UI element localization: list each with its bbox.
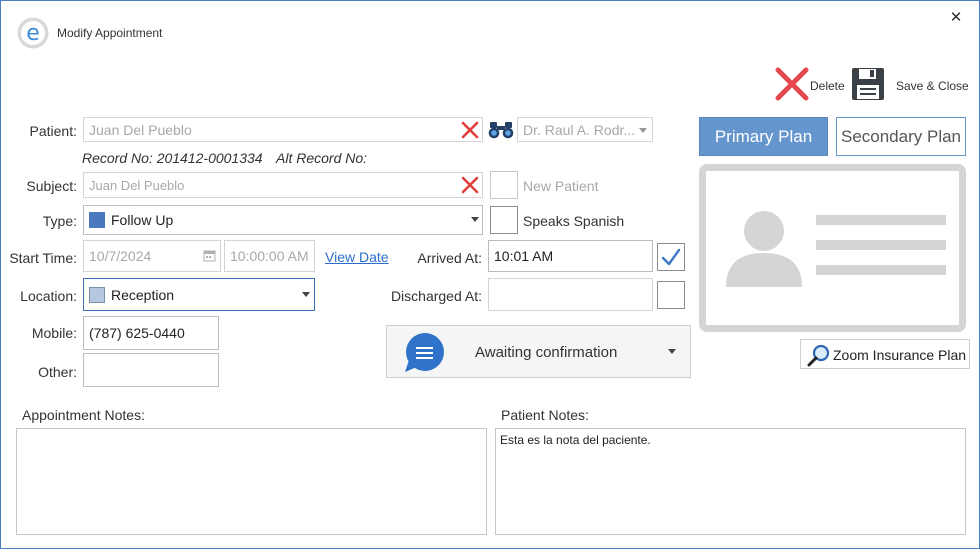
zoom-insurance-plan-button[interactable]: Zoom Insurance Plan [800, 339, 970, 369]
start-date-field[interactable]: 10/7/2024 [83, 240, 221, 272]
subject-value: Juan Del Pueblo [89, 177, 185, 193]
magnifier-icon [807, 343, 831, 372]
start-time-label: Start Time: [9, 250, 77, 266]
doctor-select[interactable]: Dr. Raul A. Rodr... [517, 117, 653, 142]
speaks-spanish-label: Speaks Spanish [523, 213, 625, 229]
new-patient-label: New Patient [523, 178, 599, 194]
new-patient-checkbox[interactable] [490, 171, 518, 199]
binoculars-icon[interactable] [487, 121, 515, 139]
record-no: Record No: 201412-0001334 [82, 150, 263, 166]
patient-notes-textarea[interactable]: Esta es la nota del paciente. [495, 428, 966, 535]
start-time-field[interactable]: 10:00:00 AM [224, 240, 315, 272]
arrived-label: Arrived At: [417, 250, 482, 266]
secondary-plan-label: Secondary Plan [840, 126, 962, 146]
mobile-label: Mobile: [31, 325, 77, 341]
primary-plan-label: Primary Plan [714, 126, 813, 146]
arrived-checkbox[interactable] [657, 243, 685, 271]
svg-text:e: e [26, 21, 40, 46]
location-select[interactable]: Reception [83, 278, 315, 311]
type-color-swatch [89, 212, 105, 228]
other-field[interactable] [83, 353, 219, 387]
doctor-dropdown-icon [639, 128, 647, 133]
status-select[interactable]: Awaiting confirmation [386, 325, 691, 378]
insurance-card-icon [720, 207, 950, 294]
chat-bubble-icon [403, 332, 445, 379]
location-dropdown-icon [302, 292, 310, 297]
arrived-field[interactable]: 10:01 AM [488, 240, 653, 272]
close-icon: ✕ [949, 9, 963, 26]
insurance-card-image [699, 164, 966, 332]
other-label: Other: [38, 364, 77, 380]
delete-x-icon [774, 67, 810, 106]
appointment-notes-textarea[interactable] [16, 428, 487, 535]
zoom-insurance-plan-label: Zoom Insurance Plan [833, 347, 967, 363]
appointment-notes-label: Appointment Notes: [22, 407, 145, 423]
arrived-value: 10:01 AM [494, 248, 554, 264]
patient-value: Juan Del Pueblo [89, 121, 192, 138]
patient-label: Patient: [29, 123, 77, 139]
discharged-field[interactable] [488, 278, 653, 311]
status-value: Awaiting confirmation [475, 344, 618, 361]
type-value: Follow Up [111, 212, 174, 228]
patient-clear-icon[interactable] [461, 121, 479, 139]
calendar-icon[interactable] [203, 249, 216, 262]
type-label: Type: [42, 213, 77, 229]
type-select[interactable]: Follow Up [83, 205, 483, 235]
floppy-disk-icon [851, 67, 885, 106]
location-label: Location: [20, 288, 77, 304]
modify-appointment-window: e Modify Appointment ✕ Delete Save & Clo… [0, 0, 980, 549]
alt-record-no: Alt Record No: [276, 150, 368, 166]
subject-label: Subject: [26, 178, 77, 194]
discharged-label: Discharged At: [390, 288, 482, 304]
start-date-value: 10/7/2024 [89, 248, 152, 264]
location-color-swatch [89, 286, 105, 303]
window-title: Modify Appointment [57, 26, 163, 40]
save-close-label: Save & Close [896, 79, 969, 93]
status-dropdown-icon [668, 349, 676, 354]
subject-field[interactable]: Juan Del Pueblo [83, 172, 483, 198]
patient-notes-label: Patient Notes: [501, 407, 589, 423]
doctor-value: Dr. Raul A. Rodr... [523, 121, 636, 138]
delete-button[interactable]: Delete [774, 67, 847, 103]
app-logo-icon: e [17, 17, 49, 49]
location-value: Reception [111, 286, 175, 303]
mobile-field[interactable]: (787) 625-0440 [83, 316, 219, 350]
subject-clear-icon[interactable] [461, 176, 479, 194]
view-date-link[interactable]: View Date [325, 249, 389, 265]
patient-field[interactable]: Juan Del Pueblo [83, 117, 483, 142]
checkmark-icon [661, 247, 681, 272]
discharged-checkbox[interactable] [657, 281, 685, 309]
start-time-value: 10:00:00 AM [230, 248, 309, 264]
type-dropdown-icon [471, 217, 479, 222]
mobile-value: (787) 625-0440 [89, 325, 185, 341]
patient-notes-value: Esta es la nota del paciente. [500, 433, 651, 447]
tab-primary-plan[interactable]: Primary Plan [699, 117, 828, 156]
speaks-spanish-checkbox[interactable] [490, 206, 518, 234]
save-close-button[interactable]: Save & Close [851, 67, 969, 103]
delete-label: Delete [810, 79, 845, 93]
close-button[interactable]: ✕ [945, 8, 967, 28]
tab-secondary-plan[interactable]: Secondary Plan [836, 117, 966, 156]
